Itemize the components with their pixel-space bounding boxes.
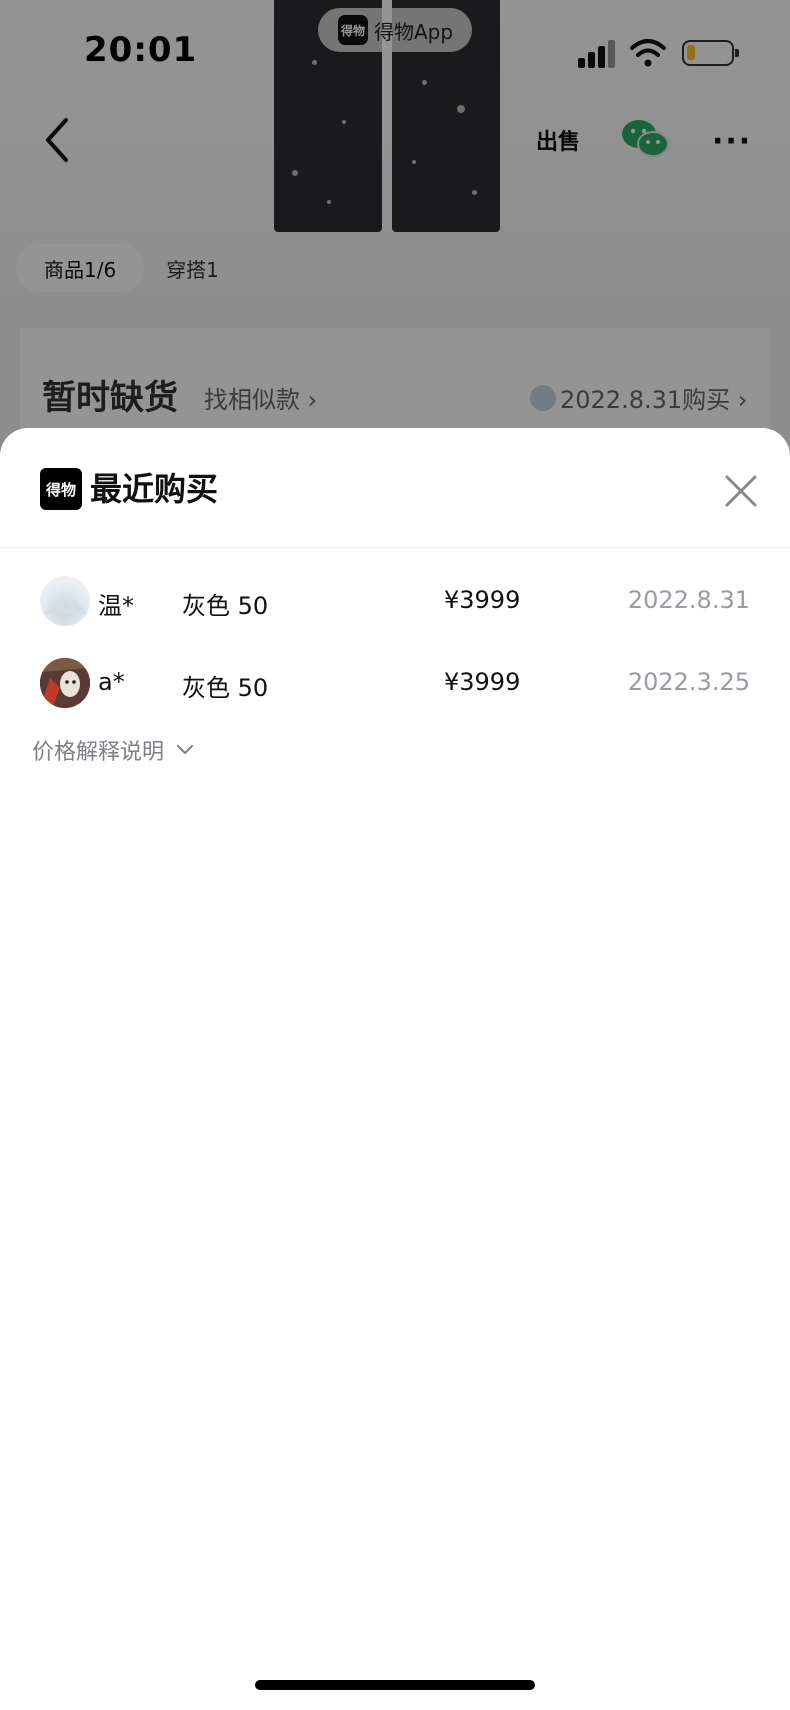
purchase-price: ¥3999	[444, 668, 521, 696]
home-indicator[interactable]	[255, 1680, 535, 1690]
purchase-row: 温* 灰色 50 ¥3999 2022.8.31	[0, 560, 790, 642]
avatar	[40, 658, 90, 708]
purchase-date: 2022.8.31	[627, 586, 750, 614]
sheet-title: 最近购买	[90, 470, 219, 508]
purchase-spec: 灰色 50	[182, 592, 269, 620]
purchase-date: 2022.3.25	[627, 668, 750, 696]
purchase-row: a* 灰色 50 ¥3999 2022.3.25	[0, 642, 790, 724]
buyer-name: a*	[98, 668, 125, 696]
purchase-spec: 灰色 50	[182, 674, 269, 702]
sheet-header: 得物 最近购买	[0, 428, 790, 548]
chevron-down-icon	[177, 745, 194, 754]
dewu-logo-icon: 得物	[40, 468, 82, 510]
close-icon[interactable]	[722, 472, 760, 510]
buyer-name: 温*	[98, 592, 134, 620]
purchase-list: 温* 灰色 50 ¥3999 2022.8.31 a* 灰色 50 ¥3999 …	[0, 560, 790, 724]
purchase-price: ¥3999	[444, 586, 521, 614]
price-explanation-toggle[interactable]: 价格解释说明	[32, 734, 194, 766]
recent-purchases-sheet: 得物 最近购买 温* 灰色 50 ¥3999 2022.8.31 a* 灰色 5…	[0, 428, 790, 1710]
price-explanation-label: 价格解释说明	[32, 740, 165, 765]
avatar	[40, 576, 90, 626]
